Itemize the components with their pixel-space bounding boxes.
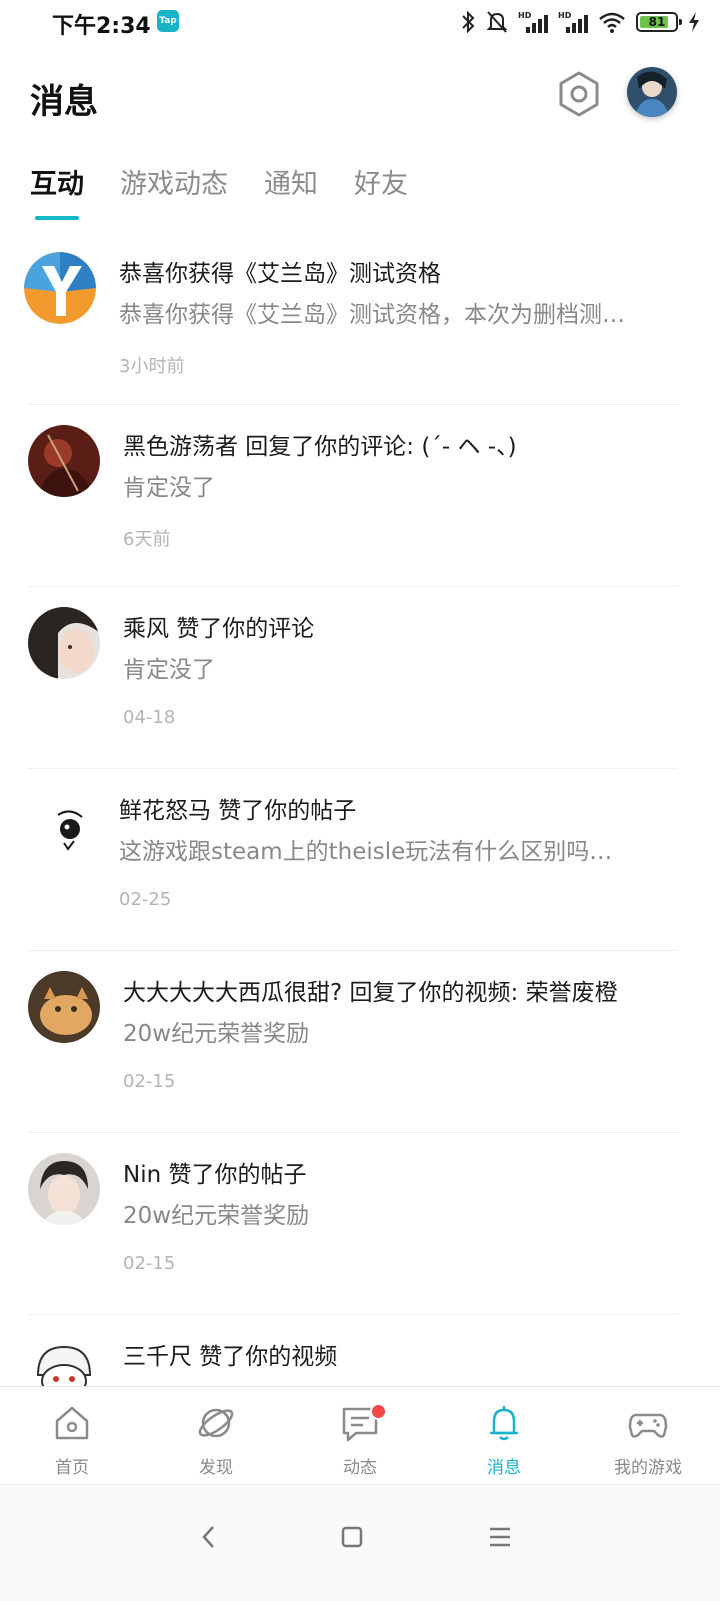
signal-hd-icon-2: HD (558, 11, 588, 33)
message-title: 恭喜你获得《艾兰岛》测试资格 (119, 261, 441, 287)
tab-interaction[interactable]: 互动 (30, 162, 84, 222)
bottom-navigation: 首页 发现 动态 消息 我的游戏 (0, 1386, 720, 1485)
system-navigation-bar (0, 1484, 720, 1601)
tab-friends[interactable]: 好友 (354, 162, 408, 222)
notification-badge-dot (370, 1403, 387, 1420)
message-title: 鲜花怒马 赞了你的帖子 (119, 798, 357, 824)
discover-planet-icon (198, 1408, 234, 1438)
message-item[interactable]: Nin 赞了你的帖子 20w纪元荣誉奖励 02-15 (0, 1133, 720, 1315)
message-time: 04-18 (123, 707, 176, 728)
home-icon (55, 1406, 89, 1440)
battery-level: 81 (648, 15, 666, 29)
user-avatar[interactable] (28, 425, 100, 497)
message-body: 20w纪元荣誉奖励 (123, 1203, 310, 1229)
status-time: 下午2:34 (52, 14, 151, 39)
message-title: 黑色游荡者 回复了你的评论: (´- ヘ -、) (123, 434, 517, 460)
tab-label: 好友 (354, 169, 408, 200)
nav-label: 首页 (55, 1458, 89, 1478)
message-title: Nin 赞了你的帖子 (123, 1162, 307, 1188)
nav-home[interactable]: 首页 (0, 1387, 144, 1485)
settings-hexagon-icon (559, 71, 599, 117)
message-body: 20w纪元荣誉奖励 (123, 1021, 310, 1047)
message-list: 恭喜你获得《艾兰岛》测试资格 恭喜你获得《艾兰岛》测试资格，本次为删档测… 3小… (0, 232, 720, 1497)
message-time: 02-25 (119, 889, 172, 910)
nav-feed[interactable]: 动态 (288, 1387, 432, 1485)
user-avatar[interactable] (24, 789, 96, 861)
battery-icon: 81 (636, 12, 682, 32)
user-avatar[interactable] (28, 1153, 100, 1225)
message-time: 6天前 (123, 529, 171, 550)
message-time: 02-15 (123, 1071, 176, 1092)
page-title: 消息 (30, 82, 98, 122)
message-body: 肯定没了 (123, 657, 215, 683)
user-avatar[interactable] (28, 607, 100, 679)
message-body: 恭喜你获得《艾兰岛》测试资格，本次为删档测… (119, 302, 625, 328)
tab-game-updates[interactable]: 游戏动态 (120, 162, 228, 222)
message-body: 这游戏跟steam上的theisle玩法有什么区别吗… (119, 839, 613, 865)
nav-label: 消息 (487, 1458, 521, 1478)
avatar (627, 67, 677, 117)
nav-label: 我的游戏 (614, 1458, 682, 1478)
menu-icon[interactable] (486, 1523, 514, 1551)
message-time: 02-15 (123, 1253, 176, 1274)
message-title: 大大大大大西瓜很甜? 回复了你的视频: 荣誉废橙 (123, 980, 618, 1006)
message-body: 肯定没了 (123, 475, 215, 501)
mute-bell-icon (486, 11, 508, 33)
profile-avatar[interactable] (627, 67, 677, 117)
tab-label: 互动 (30, 169, 84, 200)
game-logo-avatar (24, 252, 96, 324)
settings-button[interactable] (556, 70, 602, 118)
tab-notifications[interactable]: 通知 (264, 162, 318, 222)
bluetooth-icon (462, 10, 475, 34)
tab-bar: 互动 游戏动态 通知 好友 (30, 162, 408, 222)
signal-hd-icon: HD (518, 11, 548, 33)
message-item[interactable]: 恭喜你获得《艾兰岛》测试资格 恭喜你获得《艾兰岛》测试资格，本次为删档测… 3小… (0, 232, 720, 405)
gamepad-icon (628, 1413, 668, 1438)
nav-messages[interactable]: 消息 (432, 1387, 576, 1485)
taptap-app-icon: Tap (157, 10, 179, 32)
nav-discover[interactable]: 发现 (144, 1387, 288, 1485)
svg-text:HD: HD (518, 11, 532, 20)
nav-label: 动态 (343, 1458, 377, 1478)
tab-active-indicator (35, 216, 79, 220)
message-title: 乘风 赞了你的评论 (123, 616, 315, 642)
nav-my-games[interactable]: 我的游戏 (576, 1387, 720, 1485)
user-avatar[interactable] (28, 971, 100, 1043)
message-item[interactable]: 大大大大大西瓜很甜? 回复了你的视频: 荣誉废橙 20w纪元荣誉奖励 02-15 (0, 951, 720, 1133)
charging-bolt-icon (689, 12, 699, 32)
tab-label: 通知 (264, 169, 318, 200)
nav-label: 发现 (199, 1458, 233, 1478)
status-bar: 下午2:34 Tap HD HD 81 (0, 0, 720, 44)
bell-icon (490, 1406, 518, 1441)
message-item[interactable]: 鲜花怒马 赞了你的帖子 这游戏跟steam上的theisle玩法有什么区别吗… … (0, 769, 720, 951)
message-time: 3小时前 (119, 356, 185, 377)
home-square-icon[interactable] (338, 1523, 366, 1551)
back-icon[interactable] (195, 1523, 223, 1551)
svg-text:HD: HD (558, 11, 572, 20)
wifi-icon (599, 12, 625, 33)
tab-label: 游戏动态 (120, 169, 228, 200)
message-item[interactable]: 乘风 赞了你的评论 肯定没了 04-18 (0, 587, 720, 769)
message-title: 三千尺 赞了你的视频 (123, 1344, 338, 1370)
message-item[interactable]: 黑色游荡者 回复了你的评论: (´- ヘ -、) 肯定没了 6天前 (0, 405, 720, 587)
